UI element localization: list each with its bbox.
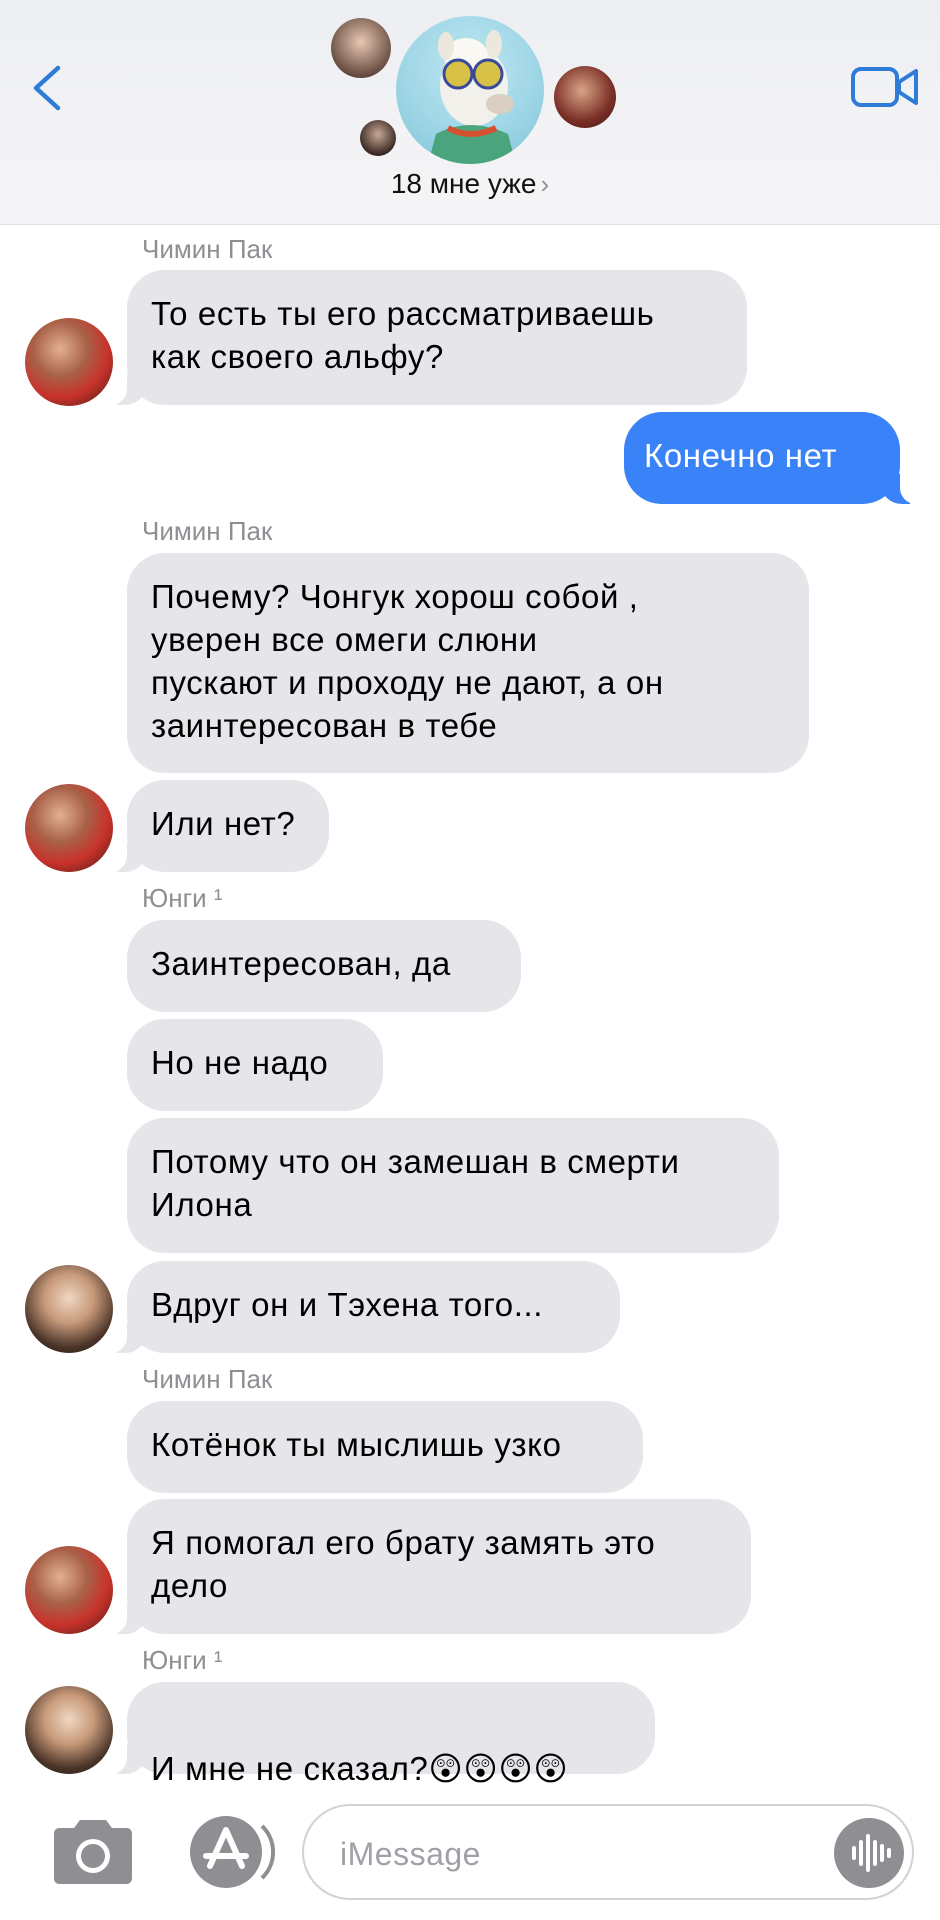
message-bubble[interactable]: Потому что он замешан в смерти Илона	[127, 1118, 779, 1253]
surprised-face-emoji: 😲😲😲😲	[428, 1749, 569, 1788]
member-avatar	[360, 120, 396, 156]
message-bubble[interactable]: Котёнок ты мыслишь узко	[127, 1401, 643, 1493]
message-input-container[interactable]	[302, 1804, 914, 1900]
alpaca-avatar-image	[428, 30, 516, 164]
message-bubble[interactable]: То есть ты его рассматриваешь как своего…	[107, 270, 747, 405]
sender-name: Чимин Пак	[142, 516, 273, 546]
avatar-yoongi[interactable]	[25, 1686, 113, 1774]
message-bubble[interactable]: Почему? Чонгук хорош собой , уверен все …	[127, 553, 809, 773]
sender-name: Юнги ¹	[142, 883, 223, 913]
message-bubble[interactable]: Или нет?	[107, 780, 329, 872]
chat-title-text: 18 мне уже	[390, 168, 537, 199]
member-avatar	[554, 66, 616, 128]
avatar-yoongi[interactable]	[25, 1265, 113, 1353]
sender-name: Чимин Пак	[142, 1364, 273, 1394]
sender-name: Юнги ¹	[142, 1645, 223, 1675]
message-bubble[interactable]: Но не надо	[127, 1019, 383, 1111]
chevron-right-icon: ›	[540, 169, 550, 199]
chat-header: 18 мне уже ›	[0, 0, 940, 225]
avatar-jimin[interactable]	[25, 1546, 113, 1634]
app-store-icon[interactable]	[182, 1814, 282, 1890]
message-bubble[interactable]: Я помогал его брату замять это дело	[107, 1499, 751, 1634]
audio-record-button[interactable]	[834, 1818, 904, 1888]
camera-icon[interactable]	[48, 1816, 138, 1888]
avatar-jimin[interactable]	[25, 784, 113, 872]
group-avatar[interactable]	[396, 16, 544, 164]
outgoing-message-bubble[interactable]: Конечно нет	[624, 412, 920, 504]
message-text: И мне не сказал?	[151, 1750, 429, 1787]
video-camera-icon[interactable]	[850, 62, 920, 112]
message-input[interactable]	[338, 1828, 802, 1880]
message-bubble[interactable]: Заинтересован, да	[127, 920, 521, 1012]
message-bubble[interactable]: И мне не сказал?😲😲😲😲	[107, 1682, 655, 1788]
chat-title[interactable]: 18 мне уже ›	[0, 168, 940, 200]
sender-name: Чимин Пак	[142, 234, 273, 264]
audio-waveform-icon	[852, 1834, 891, 1872]
member-avatar	[331, 18, 391, 78]
avatar-jimin[interactable]	[25, 318, 113, 406]
back-chevron-icon[interactable]	[28, 60, 68, 116]
message-bubble[interactable]: Вдруг он и Тэхена того...	[107, 1261, 620, 1353]
